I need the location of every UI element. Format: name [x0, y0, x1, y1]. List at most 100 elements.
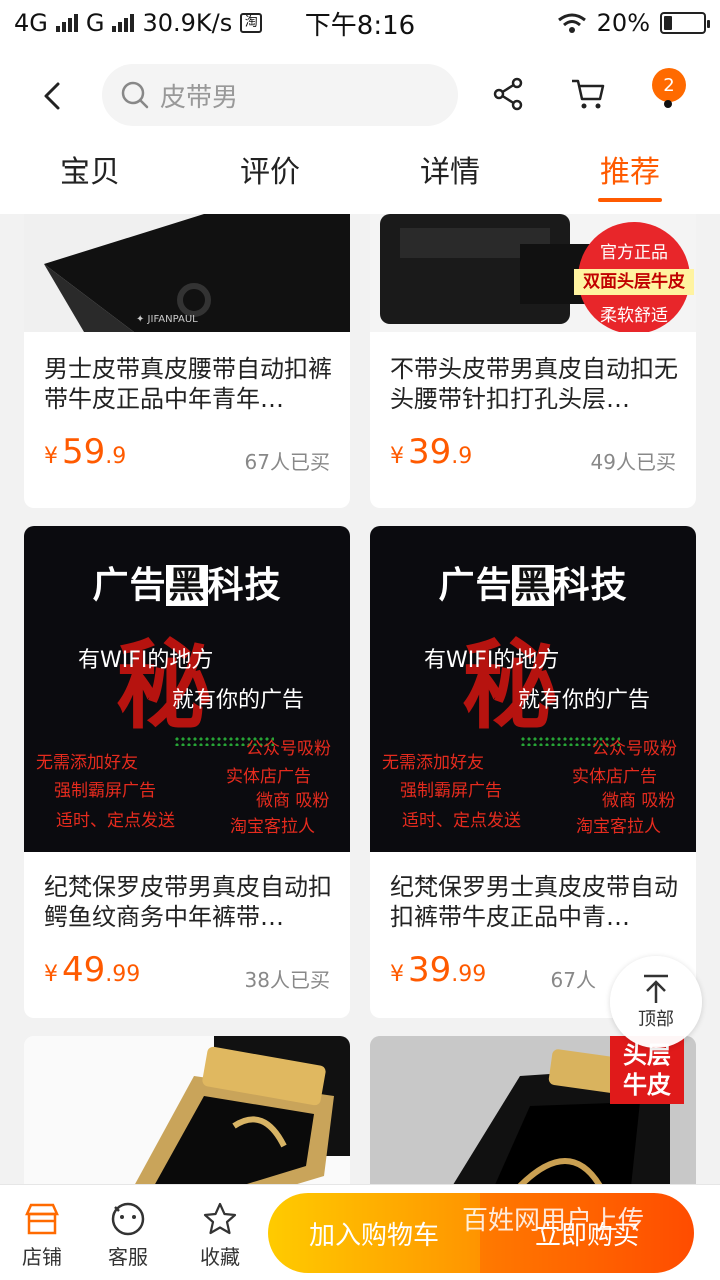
ad-text: 微商 吸粉 [602, 791, 676, 811]
share-icon [493, 77, 523, 111]
battery-icon [660, 12, 710, 34]
shop-button[interactable]: 店铺 [2, 1197, 82, 1270]
product-card[interactable]: 广告黑科技 秘 有WIFI的地方 就有你的广告 无需添加好友 强制霸屏广告 适时… [24, 526, 350, 1018]
official-stamp: 官方正品 双面头层牛皮 柔软舒适 [574, 222, 694, 332]
currency-symbol: ¥ [390, 962, 404, 987]
product-card[interactable]: 头层 牛皮 [370, 1036, 696, 1184]
ad-line2: 就有你的广告 [172, 688, 305, 713]
stamp-bottom: 柔软舒适 [600, 306, 668, 326]
ad-image: 广告黑科技 秘 有WIFI的地方 就有你的广告 无需添加好友 强制霸屏广告 适时… [24, 526, 350, 852]
ad-line1: 有WIFI的地方 [424, 648, 560, 673]
price-integer: 59 [62, 432, 106, 472]
ad-text: 强制霸屏广告 [54, 781, 156, 801]
ad-text: 微商 吸粉 [256, 791, 330, 811]
network-label: 4G [14, 9, 48, 37]
product-price: ¥39.99 [390, 950, 486, 990]
currency-symbol: ¥ [44, 962, 58, 987]
sold-count: 67人已买 [244, 450, 330, 474]
stamp-mid: 双面头层牛皮 [574, 269, 694, 295]
ad-headline: 广告黑科技 [92, 565, 282, 606]
signal-icon [55, 14, 78, 32]
service-icon [88, 1197, 168, 1241]
search-icon [121, 81, 149, 109]
battery-percent: 20% [596, 9, 650, 37]
cart-button[interactable] [564, 70, 612, 118]
ad-text: 强制霸屏广告 [400, 781, 502, 801]
buy-now-button[interactable]: 立即购买 [480, 1193, 694, 1273]
product-image: 官方正品 双面头层牛皮 柔软舒适 [370, 214, 696, 332]
detail-tabs: 宝贝 评价 详情 推荐 [0, 150, 720, 214]
shop-label: 店铺 [22, 1245, 62, 1269]
product-title: 男士皮带真皮腰带自动扣裤带牛皮正品中年青年… [44, 355, 332, 413]
currency-symbol: ¥ [390, 444, 404, 469]
ad-line1: 有WIFI的地方 [78, 648, 214, 673]
svg-text:✦ JIFANPAUL: ✦ JIFANPAUL [136, 314, 198, 325]
recommend-grid: ✦ JIFANPAUL 男士皮带真皮腰带自动扣裤带牛皮正品中年青年… ¥59.9… [0, 214, 720, 1184]
ad-secret-char: 秘 [462, 629, 558, 742]
status-bar: 4G G 30.9K/s 淘 下午8:16 20% [0, 0, 720, 46]
service-label: 客服 [108, 1245, 148, 1269]
back-to-top-button[interactable]: 顶部 [610, 956, 702, 1048]
service-button[interactable]: 客服 [88, 1197, 168, 1270]
ad-text: 淘宝客拉人 [230, 817, 315, 837]
search-input[interactable]: 皮带男 [102, 64, 458, 126]
product-price: ¥59.9 [44, 432, 126, 472]
currency-symbol: ¥ [44, 444, 58, 469]
price-integer: 39 [408, 432, 452, 472]
share-button[interactable] [484, 70, 532, 118]
ad-text: 公众号吸粉 [592, 739, 677, 759]
ad-secret-char: 秘 [116, 629, 212, 742]
ad-text: 实体店广告 [572, 767, 657, 787]
price-decimal: .99 [105, 962, 141, 987]
sold-count: 49人已买 [590, 450, 676, 474]
search-placeholder: 皮带男 [160, 82, 239, 113]
product-price: ¥39.9 [390, 432, 472, 472]
stamp-top: 官方正品 [600, 243, 668, 263]
ad-line2: 就有你的广告 [518, 688, 651, 713]
network-g-label: G [85, 9, 105, 37]
status-right: 20% [557, 9, 710, 37]
net-speed: 30.9K/s [142, 9, 233, 37]
ad-text: 无需添加好友 [382, 753, 484, 773]
product-image [24, 1036, 350, 1184]
ad-text: 实体店广告 [226, 767, 311, 787]
product-price: ¥49.99 [44, 950, 140, 990]
favorite-button[interactable]: 收藏 [180, 1197, 260, 1270]
ad-image: 广告黑科技 秘 有WIFI的地方 就有你的广告 无需添加好友 强制霸屏广告 适时… [370, 526, 696, 852]
favorite-label: 收藏 [200, 1245, 240, 1269]
product-image: ✦ JIFANPAUL [24, 214, 350, 332]
wifi-icon [557, 13, 586, 33]
price-decimal: .9 [451, 444, 473, 469]
product-title: 不带头皮带男真皮自动扣无头腰带针扣打孔头层… [390, 355, 678, 413]
cart-count-badge[interactable]: 2 [652, 68, 686, 102]
gold-buckle-image [135, 1036, 350, 1184]
tab-baobei[interactable]: 宝贝 [0, 150, 180, 214]
ad-headline: 广告黑科技 [438, 565, 628, 606]
back-to-top-label: 顶部 [638, 1009, 674, 1030]
tab-recommend[interactable]: 推荐 [540, 150, 720, 214]
product-title: 纪梵保罗男士真皮皮带自动扣裤带牛皮正品中青… [390, 873, 678, 931]
back-button[interactable] [28, 72, 76, 120]
sold-count: 67人 [550, 968, 596, 992]
product-card[interactable] [24, 1036, 350, 1184]
price-integer: 39 [408, 950, 452, 990]
ad-text: 淘宝客拉人 [576, 817, 661, 837]
ad-text: 公众号吸粉 [246, 739, 331, 759]
ad-text: 无需添加好友 [36, 753, 138, 773]
signal-2-icon [112, 14, 135, 32]
product-card[interactable]: ✦ JIFANPAUL 男士皮带真皮腰带自动扣裤带牛皮正品中年青年… ¥59.9… [24, 214, 350, 508]
star-icon [180, 1197, 260, 1241]
price-integer: 49 [62, 950, 106, 990]
back-icon [44, 82, 60, 110]
more-dot-icon[interactable] [664, 100, 672, 108]
product-card[interactable]: 官方正品 双面头层牛皮 柔软舒适 不带头皮带男真皮自动扣无头腰带针扣打孔头层… … [370, 214, 696, 508]
tab-reviews[interactable]: 评价 [180, 150, 360, 214]
price-decimal: .9 [105, 444, 127, 469]
belt-buckle-image: ✦ JIFANPAUL [44, 214, 350, 332]
arrow-up-icon [644, 974, 668, 1003]
cart-icon [572, 79, 605, 109]
product-card[interactable]: 广告黑科技 秘 有WIFI的地方 就有你的广告 无需添加好友 强制霸屏广告 适时… [370, 526, 696, 1018]
ad-text: 适时、定点发送 [56, 811, 175, 831]
add-to-cart-button[interactable]: 加入购物车 [268, 1193, 480, 1273]
tab-details[interactable]: 详情 [360, 150, 540, 214]
